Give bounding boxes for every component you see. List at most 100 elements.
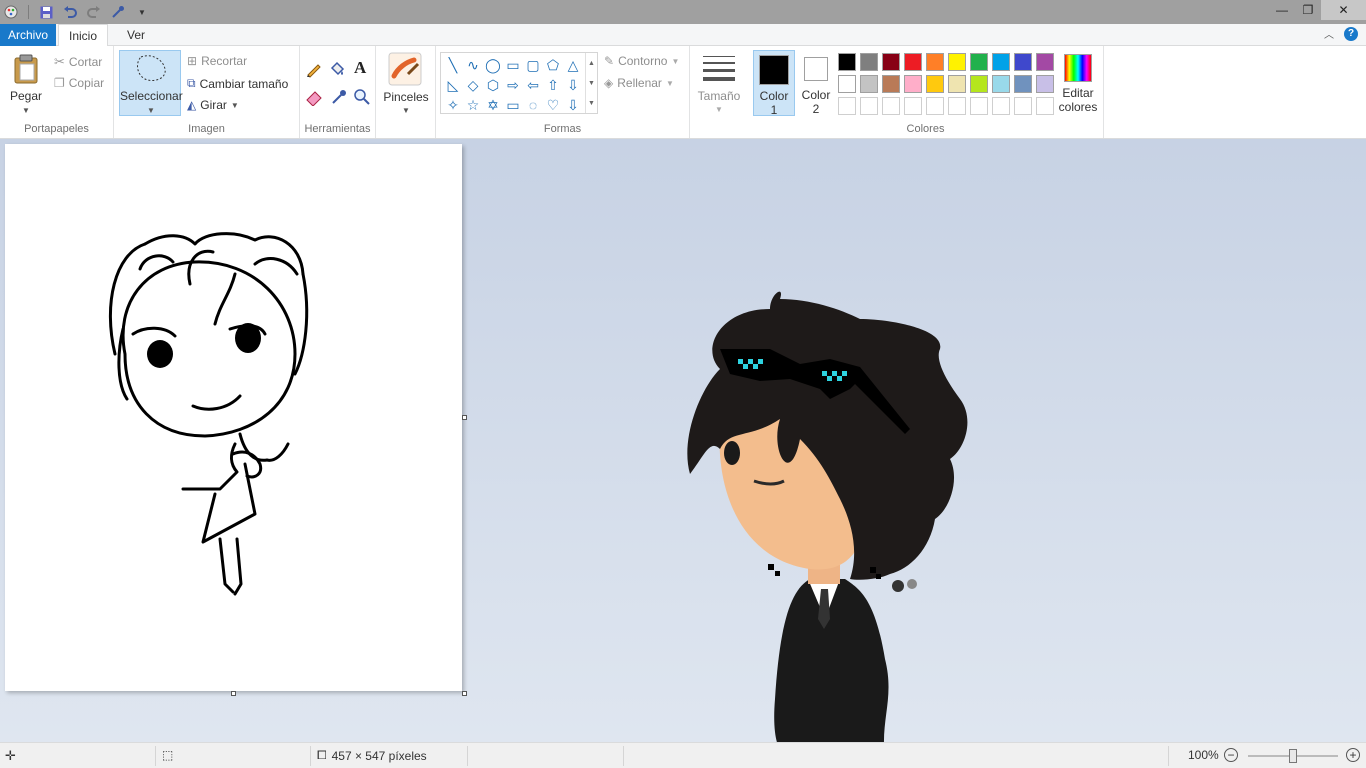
- shape-option-icon[interactable]: ⇦: [523, 75, 543, 95]
- pencil-icon[interactable]: [305, 60, 323, 78]
- restore-icon[interactable]: ❐: [1295, 0, 1321, 20]
- shape-option-icon[interactable]: ⬠: [543, 55, 563, 75]
- outline-button[interactable]: ✎ Contorno ▼: [604, 54, 679, 68]
- shape-option-icon[interactable]: ◯: [483, 55, 503, 75]
- shape-option-icon[interactable]: ☆: [463, 95, 483, 115]
- palette-color-swatch[interactable]: [1014, 97, 1032, 115]
- brush-icon[interactable]: [388, 52, 422, 86]
- minimize-icon[interactable]: —: [1269, 0, 1295, 20]
- fill-bucket-icon[interactable]: [328, 60, 346, 78]
- palette-color-swatch[interactable]: [992, 75, 1010, 93]
- palette-color-swatch[interactable]: [838, 53, 856, 71]
- palette-color-swatch[interactable]: [1036, 97, 1054, 115]
- shape-option-icon[interactable]: ∿: [463, 55, 483, 75]
- palette-color-swatch[interactable]: [926, 97, 944, 115]
- shapes-scrollbar[interactable]: ▲ ▼ ▼: [585, 53, 597, 113]
- shape-option-icon[interactable]: ◇: [463, 75, 483, 95]
- palette-color-swatch[interactable]: [838, 97, 856, 115]
- eraser-icon[interactable]: [305, 88, 323, 107]
- tab-home[interactable]: Inicio: [58, 24, 109, 47]
- zoom-out-button[interactable]: −: [1224, 748, 1238, 762]
- palette-color-swatch[interactable]: [1036, 53, 1054, 71]
- shape-option-icon[interactable]: ▢: [523, 55, 543, 75]
- tab-file[interactable]: Archivo: [0, 24, 56, 46]
- paste-button[interactable]: Pegar ▼: [6, 52, 46, 116]
- resize-handle-corner[interactable]: [462, 691, 467, 696]
- shape-option-icon[interactable]: ▭: [503, 95, 523, 115]
- shape-option-icon[interactable]: ⇩: [563, 95, 583, 115]
- shape-option-icon[interactable]: ⬡: [483, 75, 503, 95]
- shape-option-icon[interactable]: ╲: [443, 55, 463, 75]
- brushes-dropdown-arrow[interactable]: ▼: [376, 104, 436, 117]
- color-picker-tool-icon[interactable]: [330, 88, 348, 106]
- palette-color-swatch[interactable]: [1014, 75, 1032, 93]
- color2-selector[interactable]: Color 2: [795, 50, 837, 116]
- shapes-scroll-down-icon[interactable]: ▼: [588, 80, 595, 87]
- shape-option-icon[interactable]: ✧: [443, 95, 463, 115]
- palette-color-swatch[interactable]: [882, 75, 900, 93]
- palette-color-swatch[interactable]: [992, 53, 1010, 71]
- brushes-label[interactable]: Pinceles: [376, 91, 436, 104]
- redo-icon[interactable]: [85, 3, 103, 21]
- palette-color-swatch[interactable]: [904, 97, 922, 115]
- palette-color-swatch[interactable]: [860, 53, 878, 71]
- resize-handle-bottom[interactable]: [231, 691, 236, 696]
- paint-app-icon[interactable]: [2, 3, 20, 21]
- palette-color-swatch[interactable]: [882, 53, 900, 71]
- resize-handle-right[interactable]: [462, 415, 467, 420]
- copy-button[interactable]: ❐ Copiar: [54, 76, 104, 90]
- palette-color-swatch[interactable]: [1014, 53, 1032, 71]
- magnifier-icon[interactable]: [353, 88, 371, 106]
- resize-button[interactable]: ⧉ Cambiar tamaño: [187, 76, 288, 91]
- palette-color-swatch[interactable]: [926, 75, 944, 93]
- shape-option-icon[interactable]: ⇨: [503, 75, 523, 95]
- palette-color-swatch[interactable]: [992, 97, 1010, 115]
- edit-colors-button[interactable]: Editar colores: [1058, 50, 1098, 116]
- palette-color-swatch[interactable]: [904, 75, 922, 93]
- select-dropdown-arrow[interactable]: ▼: [120, 104, 182, 117]
- zoom-in-button[interactable]: +: [1346, 748, 1360, 762]
- customize-toolbar-icon[interactable]: ▼: [133, 3, 151, 21]
- shape-option-icon[interactable]: ◌: [523, 95, 543, 115]
- drawing-canvas[interactable]: [5, 144, 462, 691]
- shapes-more-icon[interactable]: ▼: [588, 100, 595, 107]
- shape-option-icon[interactable]: ♡: [543, 95, 563, 115]
- close-icon[interactable]: ✕: [1321, 0, 1366, 20]
- collapse-ribbon-icon[interactable]: ︿: [1324, 26, 1334, 41]
- shape-option-icon[interactable]: ◺: [443, 75, 463, 95]
- help-icon[interactable]: ?: [1344, 26, 1358, 41]
- shape-option-icon[interactable]: ▭: [503, 55, 523, 75]
- palette-color-swatch[interactable]: [1036, 75, 1054, 93]
- shapes-scroll-up-icon[interactable]: ▲: [588, 60, 595, 67]
- save-icon[interactable]: [37, 3, 55, 21]
- palette-color-swatch[interactable]: [948, 75, 966, 93]
- palette-color-swatch[interactable]: [970, 75, 988, 93]
- color1-selector[interactable]: Color 1: [753, 50, 795, 117]
- size-label[interactable]: Tamaño: [690, 90, 748, 103]
- fill-button[interactable]: ◈ Rellenar ▼: [604, 76, 674, 90]
- shape-option-icon[interactable]: ⇩: [563, 75, 583, 95]
- rotate-button[interactable]: ◭ Girar ▼: [187, 98, 239, 112]
- zoom-slider-thumb[interactable]: [1289, 749, 1297, 763]
- tab-view[interactable]: Ver: [117, 24, 155, 46]
- zoom-slider[interactable]: [1248, 749, 1338, 763]
- palette-color-swatch[interactable]: [860, 75, 878, 93]
- palette-color-swatch[interactable]: [882, 97, 900, 115]
- palette-color-swatch[interactable]: [904, 53, 922, 71]
- palette-color-swatch[interactable]: [970, 97, 988, 115]
- color-picker-icon[interactable]: [109, 3, 127, 21]
- paste-dropdown-arrow[interactable]: ▼: [6, 104, 46, 117]
- text-tool-icon[interactable]: A: [354, 58, 366, 78]
- shape-option-icon[interactable]: △: [563, 55, 583, 75]
- shape-option-icon[interactable]: ⇧: [543, 75, 563, 95]
- palette-color-swatch[interactable]: [926, 53, 944, 71]
- shape-option-icon[interactable]: ✡: [483, 95, 503, 115]
- palette-color-swatch[interactable]: [970, 53, 988, 71]
- crop-button[interactable]: ⊞ Recortar: [187, 54, 247, 68]
- select-button[interactable]: Seleccionar ▼: [119, 50, 183, 117]
- palette-color-swatch[interactable]: [948, 97, 966, 115]
- palette-color-swatch[interactable]: [838, 75, 856, 93]
- undo-icon[interactable]: [61, 3, 79, 21]
- size-dropdown-arrow[interactable]: ▼: [690, 103, 748, 116]
- palette-color-swatch[interactable]: [860, 97, 878, 115]
